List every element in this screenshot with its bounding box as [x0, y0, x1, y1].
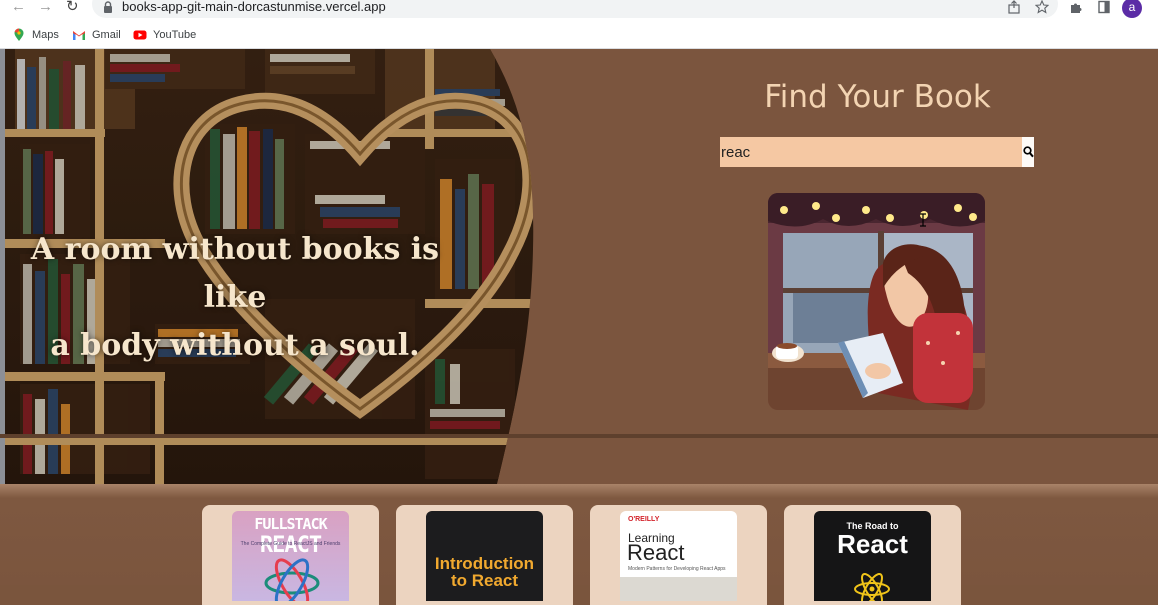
book-card[interactable]: Introduction to React	[396, 505, 573, 605]
bookmarks-bar: Maps Gmail YouTube	[0, 22, 1158, 48]
share-icon[interactable]	[1007, 0, 1021, 14]
book-card[interactable]: FULLSTACK REACT The Complete Guide to Re…	[202, 505, 379, 605]
reload-icon[interactable]: ↻	[66, 0, 79, 16]
book-cover: The Road to React	[814, 511, 931, 601]
maps-pin-icon	[14, 28, 24, 41]
book-title: FULLSTACK	[254, 515, 327, 533]
search-button[interactable]	[1022, 137, 1034, 167]
gmail-icon	[73, 31, 85, 40]
animal-illustration	[620, 577, 737, 601]
book-subtitle: Modern Patterns for Developing React App…	[628, 566, 726, 572]
book-cover: FULLSTACK REACT The Complete Guide to Re…	[232, 511, 349, 601]
bookmark-label: YouTube	[153, 29, 197, 41]
reading-girl-illustration	[768, 193, 985, 410]
search-input[interactable]	[720, 137, 1022, 167]
bookmark-star-icon[interactable]	[1035, 0, 1049, 14]
text-cursor-icon	[920, 213, 926, 227]
bookmark-maps[interactable]: Maps	[12, 26, 59, 44]
book-title: to React	[450, 571, 519, 590]
hero-quote: A room without books is like a body with…	[20, 226, 450, 370]
search-icon	[1022, 146, 1034, 158]
extensions-icon[interactable]	[1069, 0, 1083, 14]
profile-avatar[interactable]: a	[1122, 0, 1142, 18]
book-results: FULLSTACK REACT The Complete Guide to Re…	[0, 484, 1158, 605]
side-panel-icon[interactable]	[1097, 0, 1111, 14]
youtube-icon	[133, 30, 147, 40]
bookmark-label: Gmail	[92, 29, 121, 41]
hero-section: A room without books is like a body with…	[0, 49, 1158, 484]
book-title: Introduction	[434, 554, 535, 573]
book-card[interactable]: O'REILLY Learning React Modern Patterns …	[590, 505, 767, 605]
atom-icon	[264, 558, 320, 601]
search-bar	[720, 137, 1034, 167]
section-divider	[0, 434, 1158, 438]
quote-line-1: A room without books is like	[30, 232, 440, 315]
url-text[interactable]: books-app-git-main-dorcastunmise.vercel.…	[122, 0, 386, 15]
back-icon[interactable]: ←	[11, 0, 26, 16]
react-logo-icon	[854, 572, 890, 601]
book-cover: O'REILLY Learning React Modern Patterns …	[620, 511, 737, 601]
bookmark-gmail[interactable]: Gmail	[72, 26, 121, 44]
bookmark-youtube[interactable]: YouTube	[133, 26, 196, 44]
page-title: Find Your Book	[764, 79, 991, 115]
lock-icon[interactable]	[101, 0, 115, 14]
book-title: React	[837, 529, 908, 559]
book-cover: Introduction to React	[426, 511, 543, 601]
book-title: React	[627, 540, 685, 565]
browser-chrome: ← → ↻ books-app-git-main-dorcastunmise.v…	[0, 0, 1158, 49]
book-subtitle: The Complete Guide to ReactJS and Friend…	[240, 541, 341, 547]
book-card[interactable]: The Road to React	[784, 505, 961, 605]
toolbar: ← → ↻ books-app-git-main-dorcastunmise.v…	[0, 0, 1158, 20]
book-publisher: O'REILLY	[628, 516, 660, 523]
forward-icon[interactable]: →	[38, 0, 53, 16]
quote-line-2: a body without a soul.	[50, 328, 420, 363]
bookmark-label: Maps	[32, 29, 59, 41]
